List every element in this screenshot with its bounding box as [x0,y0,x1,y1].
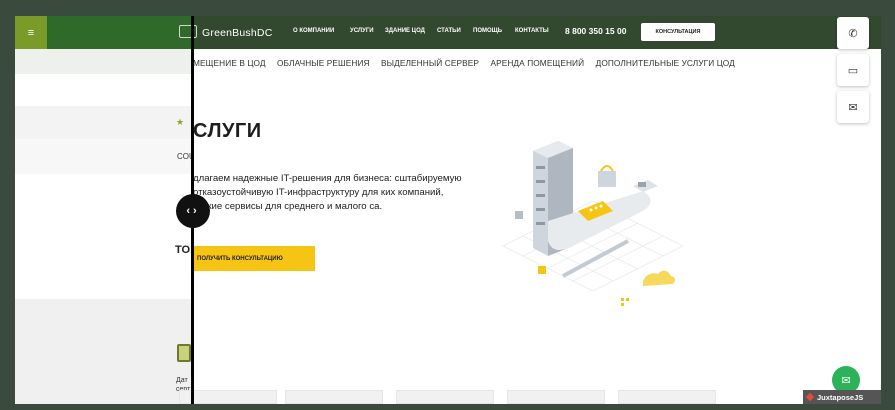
service-cards-row [179,390,881,404]
juxtapose-logo-icon [805,392,815,402]
service-card[interactable] [618,390,716,404]
subnav: МЕЩЕНИЕ В ЦОД ОБЛАЧНЫЕ РЕШЕНИЯ ВЫДЕЛЕННЫ… [193,58,744,68]
before-band [15,74,193,106]
mail-icon[interactable]: ✉ [837,91,869,123]
logo-icon [179,25,197,38]
subnav-item[interactable]: ДОПОЛНИТЕЛЬНЫЕ УСЛУГИ ЦОД [596,58,735,68]
juxtapose-watermark[interactable]: JuxtaposeJS [803,390,881,404]
hero-text: длагаем надежные IT-решения для бизнеса:… [193,173,462,212]
consultation-button[interactable]: КОНСУЛЬТАЦИЯ [641,23,715,41]
subnav-item[interactable]: ОБЛАЧНЫЕ РЕШЕНИЯ [277,58,370,68]
star-icon: ★ [176,117,185,127]
before-to-text: ТО [175,244,191,256]
datacenter-illustration [502,141,684,306]
service-card[interactable] [396,390,494,404]
subnav-item[interactable]: АРЕНДА ПОМЕЩЕНИЙ [490,58,584,68]
before-topbar: ≡ [15,16,193,49]
certificate-icon [177,344,191,362]
subnav-item[interactable]: МЕЩЕНИЕ В ЦОД [193,58,266,68]
nav-services[interactable]: УСЛУГИ [350,28,374,34]
nav-help[interactable]: ПОМОЩЬ [473,28,502,34]
comparison-frame: ≡ ★ COU ТО Дат серт GreenBushDC О КОМПАН… [15,16,881,404]
nav-building[interactable]: ЗДАНИЕ ЦОД [385,28,425,34]
chat-icon[interactable]: ▭ [837,54,869,86]
after-panel: GreenBushDC О КОМПАНИИ УСЛУГИ ЗДАНИЕ ЦОД… [179,16,881,404]
site-header: GreenBushDC О КОМПАНИИ УСЛУГИ ЗДАНИЕ ЦОД… [179,16,881,49]
before-band [15,49,193,74]
site-logo[interactable]: GreenBushDC [202,27,272,39]
before-band [15,106,193,139]
subnav-item[interactable]: ВЫДЕЛЕННЫЙ СЕРВЕР [381,58,479,68]
hamburger-menu-icon[interactable]: ≡ [15,16,47,49]
before-band [15,299,193,404]
phone-icon[interactable]: ✆ [837,17,869,49]
before-band [15,139,193,174]
before-band [15,174,193,299]
phone-number[interactable]: 8 800 350 15 00 [565,26,626,36]
nav-articles[interactable]: СТАТЬИ [437,28,461,34]
nav-about[interactable]: О КОМПАНИИ [293,28,334,34]
service-card[interactable] [507,390,605,404]
slider-handle[interactable]: ‹› [176,194,210,228]
before-panel: ≡ ★ COU ТО Дат серт [15,16,195,404]
nav-contacts[interactable]: КОНТАКТЫ [515,28,549,34]
get-consultation-button[interactable]: ПОЛУЧИТЬ КОНСУЛЬТАЦИЮ [193,246,315,271]
service-card[interactable] [285,390,383,404]
hero-title: СЛУГИ [193,120,262,142]
watermark-label: JuxtaposeJS [817,392,864,402]
